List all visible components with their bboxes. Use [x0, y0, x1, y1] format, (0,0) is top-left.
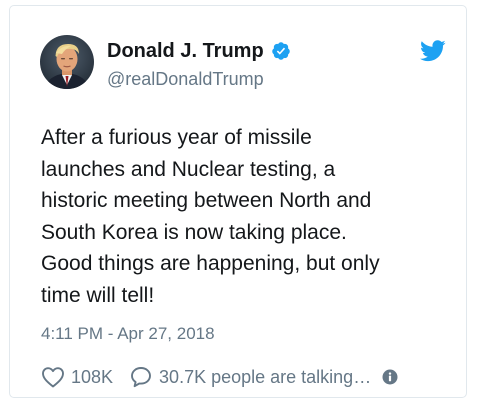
tweet-text: After a furious year of missile launches… [41, 126, 380, 307]
like-count: 108K [71, 366, 114, 387]
speech-bubble-icon [131, 367, 151, 388]
people-talking-count: 30.7K people are talking… [159, 366, 372, 387]
tweet-timestamp[interactable]: 4:11 PM - Apr 27, 2018 [41, 324, 215, 344]
tweet-card: Donald J. Trump @realDonaldTrump After a… [9, 5, 467, 398]
author-display-name[interactable]: Donald J. Trump [107, 39, 264, 63]
heart-icon [42, 367, 64, 388]
author-handle[interactable]: @realDonaldTrump [107, 68, 264, 90]
avatar-image [40, 35, 94, 89]
tweet-actions: 108K 30.7K people are talking… [41, 365, 398, 389]
conversation-button[interactable]: 30.7K people are talking… [129, 365, 371, 389]
avatar[interactable] [40, 35, 94, 89]
like-button[interactable]: 108K [41, 366, 113, 388]
twitter-bird-icon[interactable] [419, 40, 446, 62]
info-icon[interactable] [382, 369, 398, 385]
author-name-row[interactable]: Donald J. Trump [107, 39, 291, 63]
verified-badge-icon [271, 41, 291, 61]
divider [32, 356, 444, 357]
